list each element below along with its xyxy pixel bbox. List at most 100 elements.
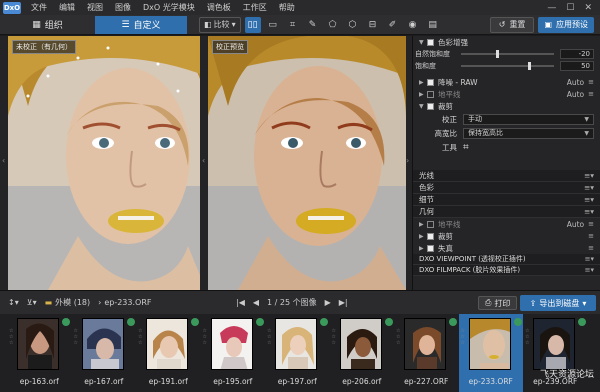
rating-icon[interactable]: ☆ ☆ ☆ xyxy=(9,328,15,346)
split-view-button[interactable]: ▯▯ xyxy=(244,16,261,33)
menu-icon[interactable]: ≡▾ xyxy=(585,266,594,274)
menu-palette[interactable]: 调色板 xyxy=(201,2,237,13)
rating-icon[interactable]: ☆ ☆ ☆ xyxy=(267,328,273,346)
geo-crop-checkbox[interactable] xyxy=(427,232,434,240)
distort-button[interactable]: ⬡ xyxy=(345,17,361,33)
rating-icon[interactable]: ☆ ☆ ☆ xyxy=(396,328,402,346)
noise-checkbox[interactable] xyxy=(427,78,434,86)
menu-view[interactable]: 视图 xyxy=(81,2,109,13)
menu-icon[interactable]: ≡ xyxy=(588,220,594,228)
color-enhance-row[interactable]: ▼ 色彩增强 xyxy=(413,36,600,48)
thumbnail[interactable]: ☆ ☆ ☆ ep-191.orf xyxy=(136,314,201,392)
thumbnail[interactable]: ☆ ☆ ☆ ep-195.orf xyxy=(201,314,266,392)
vibrance-value[interactable]: -20 xyxy=(560,49,594,59)
menu-workspace[interactable]: 工作区 xyxy=(237,2,273,13)
tab-organize[interactable]: ▦ 组织 xyxy=(0,16,95,34)
menu-file[interactable]: 文件 xyxy=(25,2,53,13)
menu-icon[interactable]: ≡▾ xyxy=(584,207,594,216)
menu-icon[interactable]: ≡ xyxy=(588,232,594,240)
tab-custom[interactable]: ☰ 自定义 xyxy=(95,15,187,34)
thumbnail[interactable]: ☆ ☆ ☆ ep-163.orf xyxy=(7,314,72,392)
section-detail[interactable]: 细节 ≡▾ xyxy=(413,194,600,206)
maximize-icon[interactable]: ☐ xyxy=(566,3,574,13)
vibrance-knob[interactable] xyxy=(496,50,500,58)
compare-button[interactable]: ◧ 比较 ▾ xyxy=(199,16,241,33)
single-view-button[interactable]: ▭ xyxy=(265,17,281,33)
folder-item[interactable]: ▬ 外模 (18) xyxy=(45,297,91,308)
overlay-button[interactable]: ▤ xyxy=(425,17,441,33)
apply-preset-button[interactable]: ▣ 应用预设 xyxy=(538,16,594,33)
prev-page-icon[interactable]: ◀ xyxy=(253,298,259,307)
expand-icon[interactable]: ▶ xyxy=(419,91,427,98)
expand-icon[interactable]: ▼ xyxy=(419,103,427,110)
section-geometry[interactable]: 几何 ≡▾ xyxy=(413,206,600,218)
crop-button[interactable]: ⌗ xyxy=(285,17,301,33)
menu-optics[interactable]: DxO 光学模块 xyxy=(137,2,201,13)
geo-horizon-auto[interactable]: Auto xyxy=(567,220,584,229)
vibrance-slider[interactable] xyxy=(461,50,554,58)
expand-icon[interactable]: ▶ xyxy=(419,221,427,228)
saturation-knob[interactable] xyxy=(527,62,531,70)
repair-button[interactable]: ✐ xyxy=(385,17,401,33)
thumbnail[interactable]: ☆ ☆ ☆ ep-206.orf xyxy=(330,314,395,392)
horizon-row[interactable]: ▶ 地平线 Auto ≡ xyxy=(413,88,600,100)
noise-auto[interactable]: Auto xyxy=(567,78,584,87)
horizon-checkbox[interactable] xyxy=(427,90,434,98)
section-light[interactable]: 光线 ≡▾ xyxy=(413,170,600,182)
menu-help[interactable]: 帮助 xyxy=(273,2,301,13)
rating-icon[interactable]: ☆ ☆ ☆ xyxy=(138,328,144,346)
crop-row[interactable]: ▼ 裁剪 xyxy=(413,100,600,112)
next-page-icon[interactable]: ▶ xyxy=(325,298,331,307)
menu-icon[interactable]: ≡ xyxy=(588,90,594,98)
saturation-slider[interactable] xyxy=(461,62,554,70)
crop-checkbox[interactable] xyxy=(427,102,434,110)
expand-icon[interactable]: ▶ xyxy=(419,233,427,240)
rating-icon[interactable]: ☆ ☆ ☆ xyxy=(74,328,80,346)
plugin-filmpack[interactable]: DXO FILMPACK (胶片效果插件) ≡▾ xyxy=(413,265,600,276)
thumbnail[interactable]: ☆ ☆ ☆ ep-227.ORF xyxy=(394,314,459,392)
geo-distort-checkbox[interactable] xyxy=(427,244,434,252)
thumbnail[interactable]: ☆ ☆ ☆ ep-239.ORF xyxy=(523,314,588,392)
thumbnail[interactable]: ☆ ☆ ☆ ep-167.orf xyxy=(72,314,137,392)
menu-icon[interactable]: ≡▾ xyxy=(584,183,594,192)
menu-edit[interactable]: 编辑 xyxy=(53,2,81,13)
minimize-icon[interactable]: — xyxy=(547,3,556,13)
plugin-viewpoint[interactable]: DXO VIEWPOINT (透视校正插件) ≡▾ xyxy=(413,254,600,265)
export-button[interactable]: ⇪ 导出到磁盘 ▾ xyxy=(520,295,596,311)
rating-icon[interactable]: ☆ ☆ ☆ xyxy=(332,328,338,346)
first-page-icon[interactable]: |◀ xyxy=(236,298,245,307)
geo-horizon-row[interactable]: ▶ 地平线 Auto ≡ xyxy=(413,218,600,230)
noise-row[interactable]: ▶ 降噪 - RAW Auto ≡ xyxy=(413,76,600,88)
correction-select[interactable]: 手动 ▼ xyxy=(463,113,594,125)
menu-icon[interactable]: ≡▾ xyxy=(584,171,594,180)
menu-icon[interactable]: ≡ xyxy=(588,244,594,252)
reset-button[interactable]: ↺ 重置 xyxy=(489,16,535,33)
geo-horizon-checkbox[interactable] xyxy=(427,220,434,228)
section-color[interactable]: 色彩 ≡▾ xyxy=(413,182,600,194)
geo-distort-row[interactable]: ▶ 失真 ≡ xyxy=(413,242,600,254)
sort-icon[interactable]: ↕▾ xyxy=(8,298,19,307)
print-button[interactable]: ⎙ 打印 xyxy=(478,296,518,310)
perspective-button[interactable]: ⬠ xyxy=(325,17,341,33)
menu-icon[interactable]: ≡ xyxy=(588,78,594,86)
thumbnail[interactable]: ☆ ☆ ☆ ep-197.orf xyxy=(265,314,330,392)
preview-button[interactable]: ◉ xyxy=(405,17,421,33)
nav-left-icon[interactable]: ‹ xyxy=(2,156,5,165)
close-icon[interactable]: ✕ xyxy=(584,3,592,13)
rating-icon[interactable]: ☆ ☆ ☆ xyxy=(203,328,209,346)
picker-button[interactable]: ✎ xyxy=(305,17,321,33)
thumbnail-selected[interactable]: ☆ ☆ ☆ ep-233.ORF xyxy=(458,314,523,392)
geo-crop-row[interactable]: ▶ 裁剪 ≡ xyxy=(413,230,600,242)
expand-icon[interactable]: ▼ xyxy=(419,39,427,46)
saturation-value[interactable]: 50 xyxy=(560,61,594,71)
expand-icon[interactable]: ▶ xyxy=(419,245,427,252)
color-enhance-checkbox[interactable] xyxy=(427,38,434,46)
nav-right-icon[interactable]: › xyxy=(406,156,409,165)
level-button[interactable]: ⊟ xyxy=(365,17,381,33)
rating-icon[interactable]: ☆ ☆ ☆ xyxy=(525,328,531,346)
split-handle-icon[interactable]: ‹ xyxy=(202,156,205,165)
expand-icon[interactable]: ▶ xyxy=(419,79,427,86)
horizon-auto[interactable]: Auto xyxy=(567,90,584,99)
menu-icon[interactable]: ≡▾ xyxy=(585,255,594,263)
menu-icon[interactable]: ≡▾ xyxy=(584,195,594,204)
